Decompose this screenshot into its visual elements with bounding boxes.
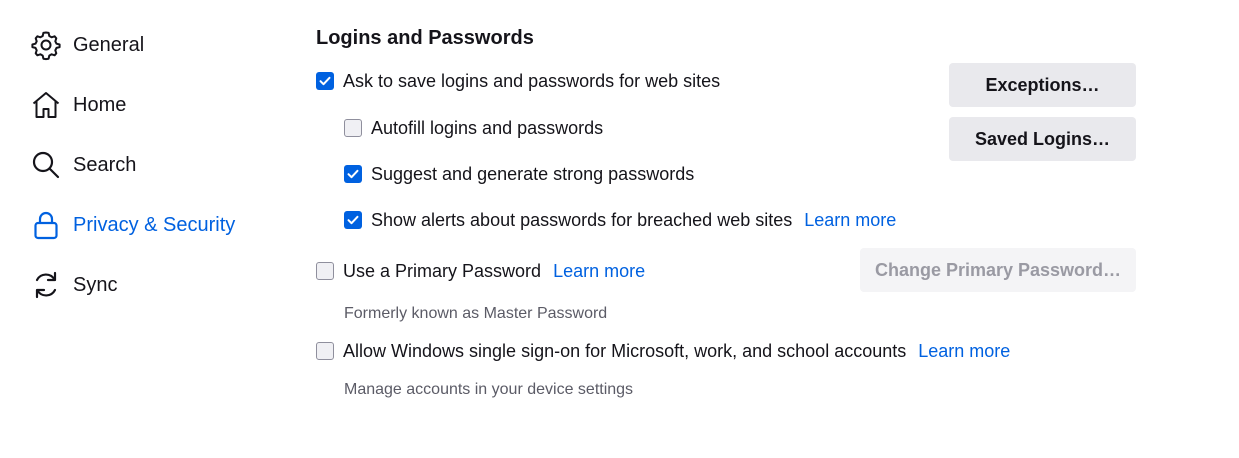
breach-alerts-checkbox[interactable] (344, 211, 362, 229)
windows-sso-hint: Manage accounts in your device settings (344, 381, 634, 398)
sidebar-item-label: Sync (73, 273, 118, 296)
autofill-row: Autofill logins and passwords (344, 115, 603, 141)
ask-to-save-label[interactable]: Ask to save logins and passwords for web… (343, 71, 720, 92)
suggest-passwords-label[interactable]: Suggest and generate strong passwords (371, 164, 694, 185)
settings-page: General Home Search Privacy & Security S… (0, 0, 1239, 458)
gear-icon (30, 29, 62, 61)
primary-password-label[interactable]: Use a Primary Password (343, 261, 541, 282)
windows-sso-checkbox[interactable] (316, 342, 334, 360)
exceptions-button[interactable]: Exceptions… (949, 63, 1136, 107)
primary-password-row: Use a Primary Password Learn more (316, 258, 645, 284)
search-icon (30, 149, 62, 181)
primary-password-checkbox[interactable] (316, 262, 334, 280)
home-icon (30, 89, 62, 121)
suggest-passwords-checkbox[interactable] (344, 165, 362, 183)
sidebar-item-home[interactable]: Home (30, 85, 126, 125)
change-primary-password-button[interactable]: Change Primary Password… (860, 248, 1136, 292)
logins-passwords-section: Logins and Passwords Ask to save logins … (316, 0, 1216, 458)
breach-alerts-label[interactable]: Show alerts about passwords for breached… (371, 210, 792, 231)
primary-password-learn-more-link[interactable]: Learn more (553, 261, 645, 282)
ask-to-save-row: Ask to save logins and passwords for web… (316, 68, 720, 94)
sidebar-item-label: Search (73, 153, 137, 176)
breach-alerts-learn-more-link[interactable]: Learn more (804, 210, 896, 231)
sync-icon (30, 269, 62, 301)
breach-alerts-row: Show alerts about passwords for breached… (344, 207, 896, 233)
suggest-passwords-row: Suggest and generate strong passwords (344, 161, 694, 187)
sidebar-item-label: Privacy & Security (73, 213, 236, 236)
sidebar: General Home Search Privacy & Security S… (0, 0, 280, 458)
sidebar-item-search[interactable]: Search (30, 145, 136, 185)
saved-logins-button[interactable]: Saved Logins… (949, 117, 1136, 161)
windows-sso-learn-more-link[interactable]: Learn more (918, 341, 1010, 362)
checkmark-icon (347, 169, 359, 179)
sidebar-item-general[interactable]: General (30, 25, 144, 65)
section-title: Logins and Passwords (316, 27, 534, 49)
sidebar-item-label: Home (73, 93, 127, 116)
windows-sso-row: Allow Windows single sign-on for Microso… (316, 338, 1010, 364)
ask-to-save-checkbox[interactable] (316, 72, 334, 90)
sidebar-item-sync[interactable]: Sync (30, 265, 117, 305)
primary-password-hint: Formerly known as Master Password (344, 305, 608, 322)
sidebar-item-privacy-security[interactable]: Privacy & Security (30, 205, 235, 245)
checkmark-icon (319, 76, 331, 86)
windows-sso-label[interactable]: Allow Windows single sign-on for Microso… (343, 341, 906, 362)
checkmark-icon (347, 215, 359, 225)
autofill-checkbox[interactable] (344, 119, 362, 137)
autofill-label[interactable]: Autofill logins and passwords (371, 118, 603, 139)
sidebar-item-label: General (73, 33, 145, 56)
lock-icon (30, 209, 62, 241)
